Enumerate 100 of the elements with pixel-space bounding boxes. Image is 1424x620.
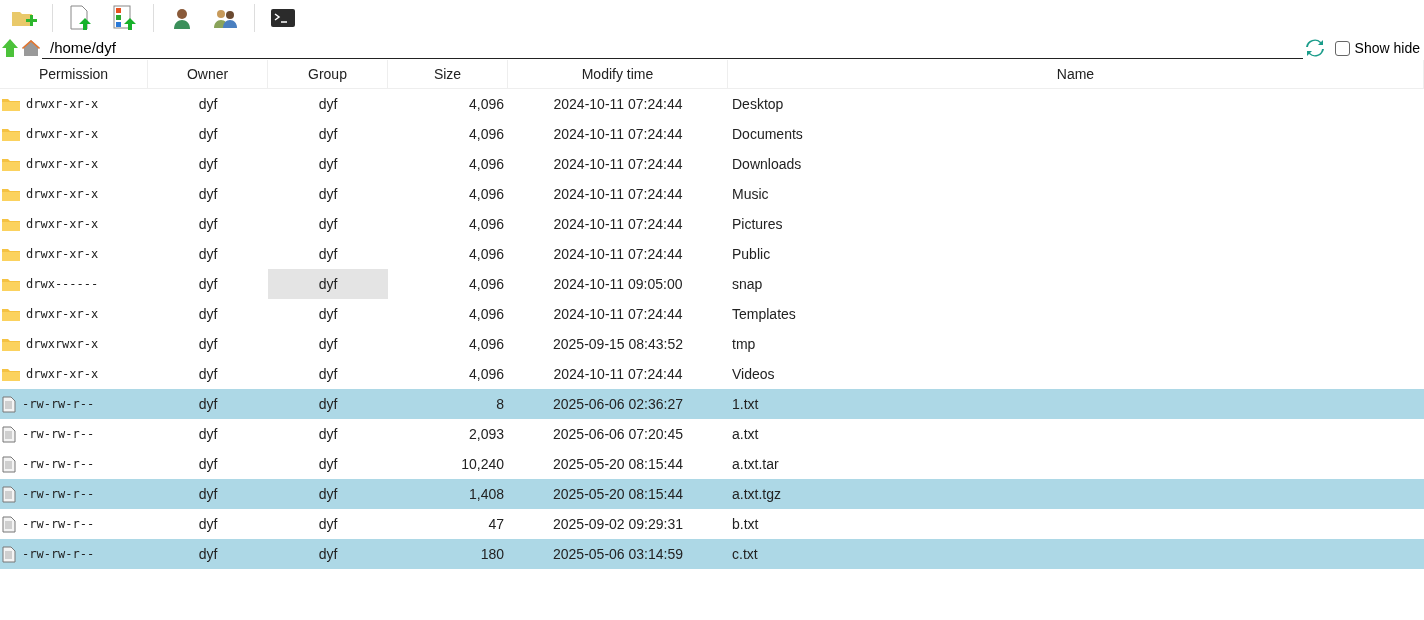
modify-time-cell-text: 2025-05-06 03:14:59 [552,545,684,564]
name-cell-text: a.txt.tgz [731,485,783,504]
owner-cell-text: dyf [197,485,219,504]
name-cell-text: Templates [731,305,797,324]
permission-cell: -rw-rw-r-- [22,427,95,441]
size-cell-text: 4,096 [467,365,505,384]
permission-cell: drwxrwxr-x [26,337,99,351]
name-cell-text: Documents [731,125,804,144]
folder-icon [2,247,20,261]
modify-time-cell-text: 2025-05-20 08:15:44 [552,455,684,474]
group-cell-text: dyf [317,485,339,504]
group-cell: dyf [268,269,388,299]
group-cell-text: dyf [317,425,339,444]
file-row[interactable]: -rw-rw-r-- dyf dyf 180 2025-05-06 03:14:59 c.txt [0,539,1424,569]
show-hide-checkbox[interactable]: Show hide [1334,40,1420,56]
name-cell-text: 1.txt [731,395,760,414]
name-cell-text: Public [731,245,772,264]
group-cell-text: dyf [317,335,339,354]
modify-time-cell-text: 2024-10-11 07:24:44 [552,95,684,114]
folder-icon [2,97,20,111]
modify-time-cell-text: 2024-10-11 07:24:44 [552,125,684,144]
modify-time-cell-text: 2025-09-15 08:43:52 [552,335,684,354]
document-icon [2,395,16,413]
terminal-icon [271,9,295,27]
column-header[interactable]: Group [268,60,388,88]
modify-time-cell-text: 2025-06-06 02:36:27 [552,395,684,414]
owner-cell-text: dyf [197,275,219,294]
checkbox[interactable] [1334,40,1350,56]
name-cell-text: b.txt [731,515,760,534]
size-cell-text: 4,096 [467,305,505,324]
modify-time-cell-text: 2025-05-20 08:15:44 [552,485,684,504]
group-cell-text: dyf [317,305,339,324]
size-cell-text: 4,096 [467,245,505,264]
modify-time-cell-text: 2024-10-11 07:24:44 [552,185,684,204]
column-header[interactable]: Permission [0,60,148,88]
group-cell-text: dyf [317,395,339,414]
owner-cell-text: dyf [197,95,219,114]
folder-icon [2,337,20,351]
group-cell-text: dyf [317,545,339,564]
modify-time-cell-text: 2024-10-11 07:24:44 [552,215,684,234]
modify-time-cell-text: 2024-10-11 07:24:44 [552,365,684,384]
people-icon [213,8,239,28]
folder-icon [2,157,20,171]
column-header[interactable]: Modify time [508,60,728,88]
owner-cell-text: dyf [197,365,219,384]
person-icon [172,7,192,29]
name-cell-text: c.txt [731,545,759,564]
column-header[interactable]: Size [388,60,508,88]
column-header[interactable]: Name [728,60,1424,88]
size-cell-text: 4,096 [467,215,505,234]
name-cell-text: Downloads [731,155,803,174]
permission-cell: drwxr-xr-x [26,97,99,111]
modify-time-cell-text: 2024-10-11 09:05:00 [552,275,684,294]
permission-cell: drwxr-xr-x [26,187,99,201]
group-cell-text: dyf [317,245,339,264]
modify-time-cell-text: 2024-10-11 07:24:44 [552,155,684,174]
file-row[interactable]: -rw-rw-r-- dyf dyf 8 2025-06-06 02:36:27 1.txt [0,389,1424,419]
name-cell-text: Videos [731,365,776,384]
name-cell-text: snap [731,275,764,294]
group-cell-text: dyf [317,185,339,204]
size-cell-text: 4,096 [467,155,505,174]
document-icon [2,485,16,503]
permission-cell: drwxr-xr-x [26,157,99,171]
owner-cell-text: dyf [197,395,219,414]
size-cell-text: 4,096 [467,95,505,114]
document-icon [2,515,16,533]
size-cell-text: 1,408 [467,485,505,504]
file-upload-icon [69,5,93,31]
name-cell-text: Desktop [731,95,785,114]
file-row[interactable]: -rw-rw-r-- dyf dyf 1,408 2025-05-20 08:15:44 a.txt.tgz [0,479,1424,509]
permission-cell: drwx------ [26,277,99,291]
home-button[interactable] [20,37,42,59]
permission-cell: -rw-rw-r-- [22,487,95,501]
owner-cell-text: dyf [197,455,219,474]
owner-cell-text: dyf [197,305,219,324]
permission-cell: drwxr-xr-x [26,367,99,381]
permission-cell: drwxr-xr-x [26,217,99,231]
size-cell-text: 10,240 [460,455,505,474]
folder-icon [2,217,20,231]
owner-cell-text: dyf [197,155,219,174]
folder-icon [2,187,20,201]
size-cell-text: 180 [479,545,505,564]
permission-cell: -rw-rw-r-- [22,517,95,531]
owner-cell-text: dyf [197,335,219,354]
refresh-icon [1304,38,1325,58]
document-icon [2,455,16,473]
permission-cell: drwxr-xr-x [26,247,99,261]
column-header[interactable]: Owner [148,60,268,88]
arrow-up-icon [2,39,18,57]
up-button[interactable] [0,37,20,59]
group-cell-text: dyf [317,95,339,114]
group-cell-text: dyf [317,365,339,384]
group-cell-text: dyf [317,215,339,234]
permission-cell: -rw-rw-r-- [22,547,95,561]
name-cell-text: a.txt.tar [731,455,780,474]
permission-cell: drwxr-xr-x [26,127,99,141]
modify-time-cell-text: 2024-10-11 07:24:44 [552,305,684,324]
size-cell-text: 4,096 [467,275,505,294]
list-upload-icon [113,5,137,31]
permission-cell: -rw-rw-r-- [22,457,95,471]
